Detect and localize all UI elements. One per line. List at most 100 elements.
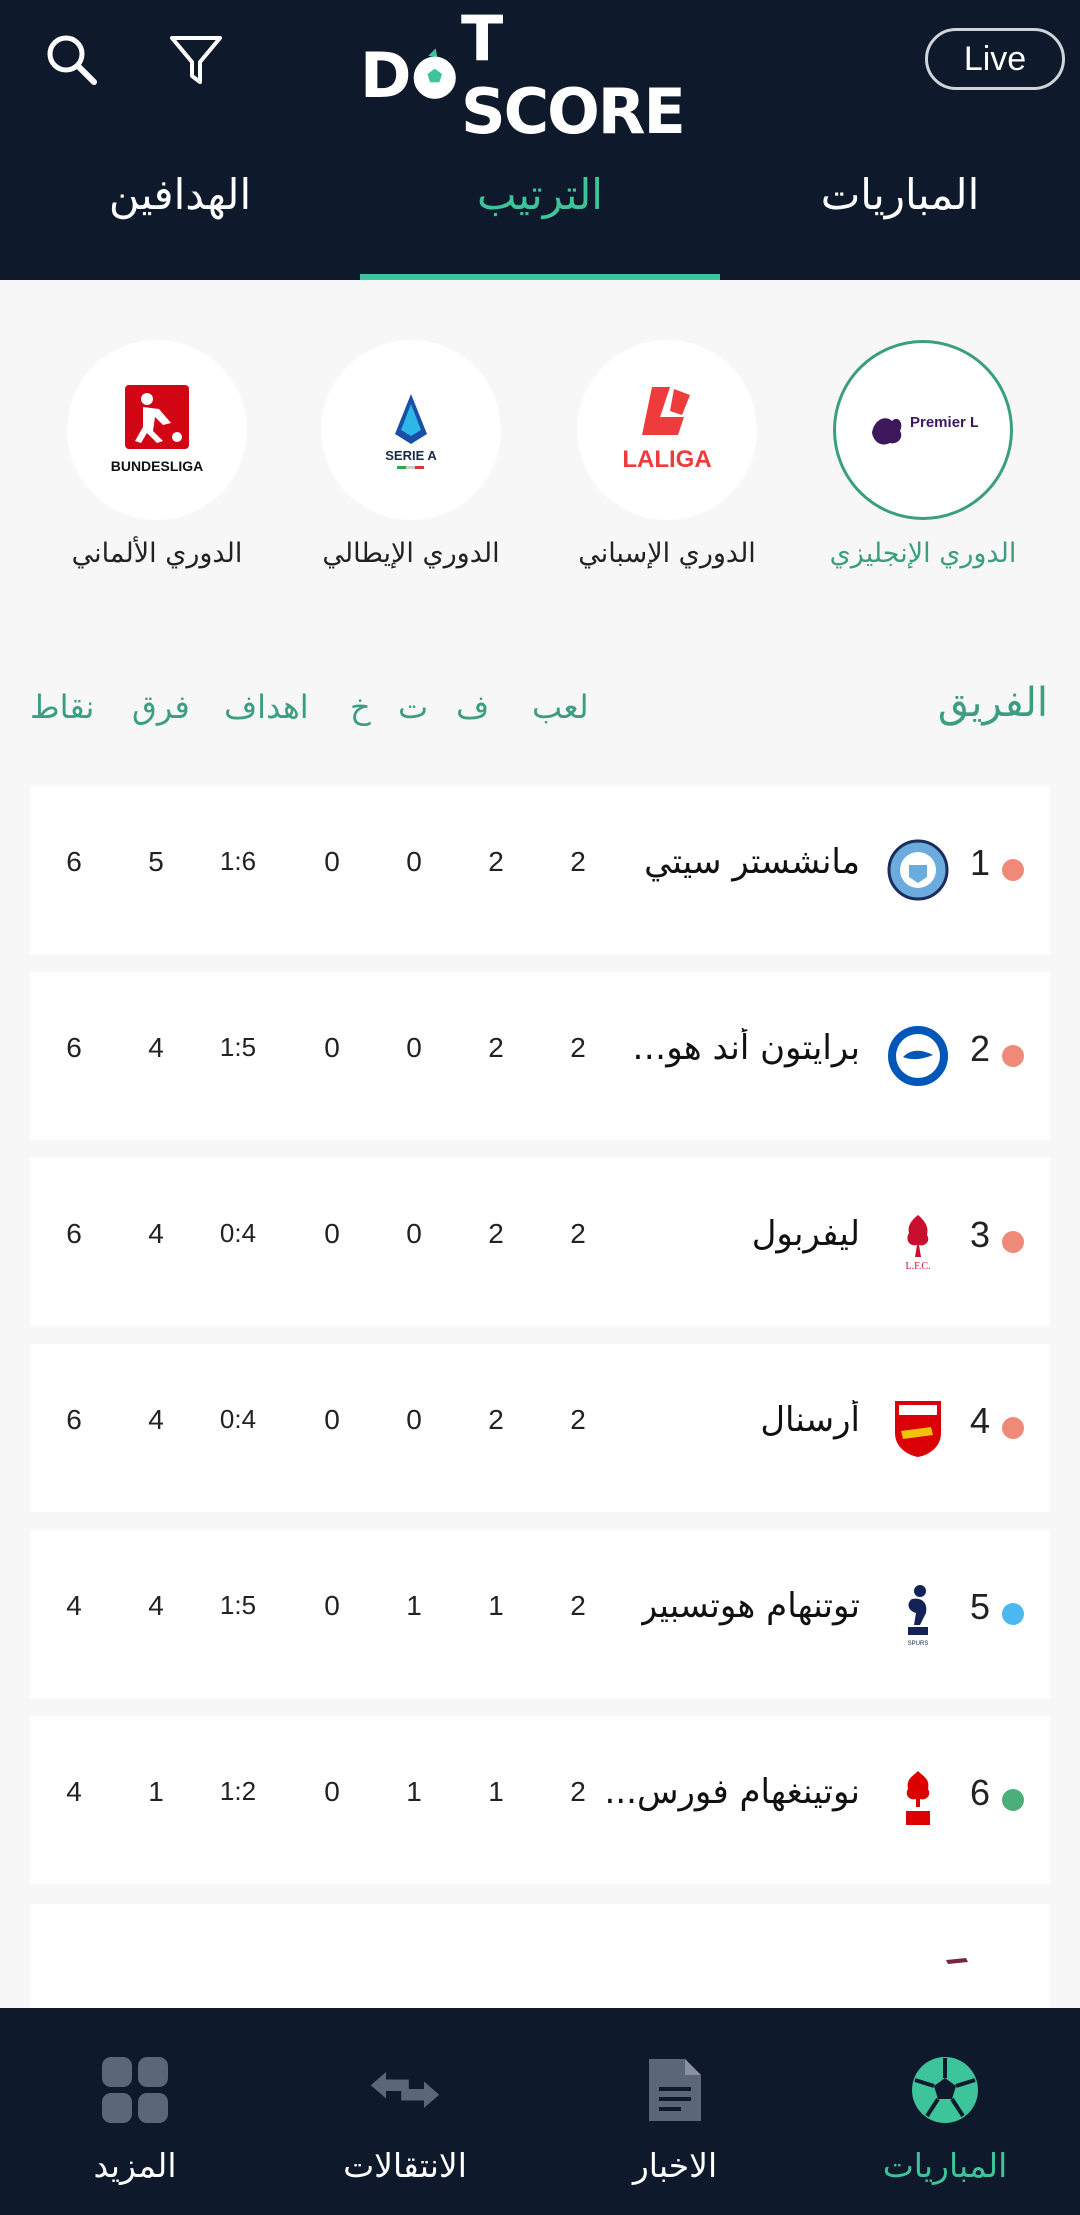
cell-diff: 4 xyxy=(148,1404,164,1435)
nav-label: المزيد xyxy=(93,2146,177,2185)
cell-won: 2 xyxy=(488,1218,504,1249)
table-row[interactable]: 5 SPURS توتنهام هوتسبير 4 4 1:5 0 1 1 2 xyxy=(30,1530,1050,1698)
nav-label: الانتقالات xyxy=(343,2146,467,2185)
transfers-icon xyxy=(370,2071,440,2109)
cell-played: 2 xyxy=(570,1590,586,1621)
team-name: توتنهام هوتسبير xyxy=(640,1586,860,1626)
arsenal-crest-icon xyxy=(886,1396,950,1460)
standings-header: الفريق لعب ف ت خ اهداف فرق نقاط xyxy=(0,680,1080,740)
cell-drawn: 0 xyxy=(406,1032,422,1063)
nav-more[interactable]: المزيد xyxy=(0,2008,270,2215)
nav-transfers[interactable]: الانتقالات xyxy=(270,2008,540,2215)
cell-won: 2 xyxy=(488,846,504,877)
laliga-logo: LALIGA xyxy=(577,340,757,520)
team-name: مانشستر سيتي xyxy=(644,842,860,882)
cell-played: 2 xyxy=(570,1218,586,1249)
cell-lost: 0 xyxy=(324,1032,340,1063)
cell-diff: 1 xyxy=(148,1776,164,1807)
nav-matches[interactable]: المباريات xyxy=(810,2008,1080,2215)
league-name: الدوري الألماني xyxy=(71,538,243,569)
serie-a-icon: SERIE A xyxy=(385,394,437,469)
cell-diff: 4 xyxy=(148,1590,164,1621)
app-root: D T SCORE Live الهدافين الترتيب المباريا… xyxy=(0,0,1080,2215)
cell-goals: 1:2 xyxy=(219,1776,257,1806)
table-row[interactable]: 4 أرسنال 6 4 0:4 0 0 2 2 xyxy=(30,1344,1050,1512)
team-rank: 5 xyxy=(969,1586,990,1627)
cell-lost: 0 xyxy=(324,1776,340,1807)
team-name: نوتينغهام فورس... xyxy=(604,1772,860,1812)
soccer-ball-icon xyxy=(912,2057,978,2123)
main-tabs: الهدافين الترتيب المباريات xyxy=(0,140,1080,280)
cell-points: 4 xyxy=(66,1776,82,1807)
logo-ball-icon xyxy=(414,48,457,99)
cell-goals: 1:6 xyxy=(219,846,257,876)
table-row[interactable]: 1 مانشستر سيتي 6 5 1:6 0 0 2 2 xyxy=(30,786,1050,954)
cell-points: 6 xyxy=(66,846,82,877)
table-row[interactable]: 6 نوتينغهام فورس... 4 1 1:2 0 1 1 2 xyxy=(30,1716,1050,1884)
cell-goals: 0:4 xyxy=(219,1404,257,1434)
col-played: لعب xyxy=(532,688,589,726)
team-name: ليفربول xyxy=(751,1214,860,1254)
cell-goals: 1:5 xyxy=(219,1590,257,1620)
league-premier-league[interactable]: Premier League الدوري الإنجليزي xyxy=(808,340,1038,580)
cell-drawn: 1 xyxy=(406,1776,422,1807)
tab-matches[interactable]: المباريات xyxy=(720,140,1080,280)
cell-played: 2 xyxy=(570,1404,586,1435)
league-logo-text: BUNDESLIGA xyxy=(111,458,204,474)
nav-news[interactable]: الاخبار xyxy=(540,2008,810,2215)
svg-text:L.F.C.: L.F.C. xyxy=(905,1261,930,1272)
search-button[interactable] xyxy=(32,20,112,100)
col-goals: اهداف xyxy=(224,688,309,726)
svg-text:SPURS: SPURS xyxy=(908,1641,929,1647)
logo-text-right: T SCORE xyxy=(460,2,686,148)
team-name: برايتون أند هوف أ... xyxy=(600,1028,860,1068)
table-row[interactable]: 3 L.F.C. ليفربول 6 4 0:4 0 0 2 2 xyxy=(30,1158,1050,1326)
col-team: الفريق xyxy=(937,680,1048,726)
col-drawn: ت xyxy=(398,688,429,726)
cell-drawn: 0 xyxy=(406,1404,422,1435)
cell-drawn: 1 xyxy=(406,1590,422,1621)
col-won: ف xyxy=(456,688,490,726)
tottenham-crest-icon: SPURS xyxy=(886,1582,950,1647)
qualification-dot xyxy=(1002,1417,1024,1439)
nav-label: الاخبار xyxy=(632,2146,718,2185)
cell-played: 2 xyxy=(570,846,586,877)
filter-icon xyxy=(170,36,222,84)
team-name: أرسنال xyxy=(760,1400,860,1440)
premier-league-lion-icon: Premier League xyxy=(872,414,978,445)
cell-points: 6 xyxy=(66,1404,82,1435)
qualification-dot xyxy=(1002,1789,1024,1811)
top-header: D T SCORE Live الهدافين الترتيب المباريا… xyxy=(0,0,1080,280)
cell-goals: 0:4 xyxy=(219,1218,257,1248)
qualification-dot xyxy=(1002,1045,1024,1067)
league-name: الدوري الإيطالي xyxy=(322,538,500,569)
nav-label: المباريات xyxy=(882,2146,1008,2185)
league-name: الدوري الإسباني xyxy=(578,538,756,569)
league-bundesliga[interactable]: BUNDESLIGA الدوري الألماني xyxy=(42,340,272,580)
table-row[interactable]: 2 برايتون أند هوف أ... 6 4 1:5 0 0 2 2 xyxy=(30,972,1050,1140)
premier-league-logo: Premier League xyxy=(833,340,1013,520)
team-rank: 3 xyxy=(969,1214,990,1255)
dotscore-logo: D T SCORE xyxy=(360,2,720,148)
col-points: نقاط xyxy=(30,688,95,726)
team-rank: 4 xyxy=(969,1400,990,1441)
league-laliga[interactable]: LALIGA الدوري الإسباني xyxy=(552,340,782,580)
search-icon xyxy=(47,35,97,85)
tab-scorers[interactable]: الهدافين xyxy=(0,140,360,280)
team-rank: 6 xyxy=(969,1772,990,1813)
grid-icon xyxy=(102,2057,168,2123)
league-serie-a[interactable]: SERIE A الدوري الإيطالي xyxy=(296,340,526,580)
cell-lost: 0 xyxy=(324,846,340,877)
cell-drawn: 0 xyxy=(406,846,422,877)
league-logo-text: LALIGA xyxy=(622,446,711,473)
cell-drawn: 0 xyxy=(406,1218,422,1249)
tab-standings[interactable]: الترتيب xyxy=(360,140,720,280)
live-button[interactable]: Live xyxy=(925,28,1065,90)
team-rank: 2 xyxy=(969,1028,990,1069)
cell-points: 4 xyxy=(66,1590,82,1621)
col-lost: خ xyxy=(350,688,371,726)
filter-button[interactable] xyxy=(156,20,236,100)
man-city-crest-icon xyxy=(886,838,950,902)
brighton-crest-icon xyxy=(886,1024,950,1088)
league-selector: Premier League الدوري الإنجليزي LALIGA ا… xyxy=(0,280,1080,620)
